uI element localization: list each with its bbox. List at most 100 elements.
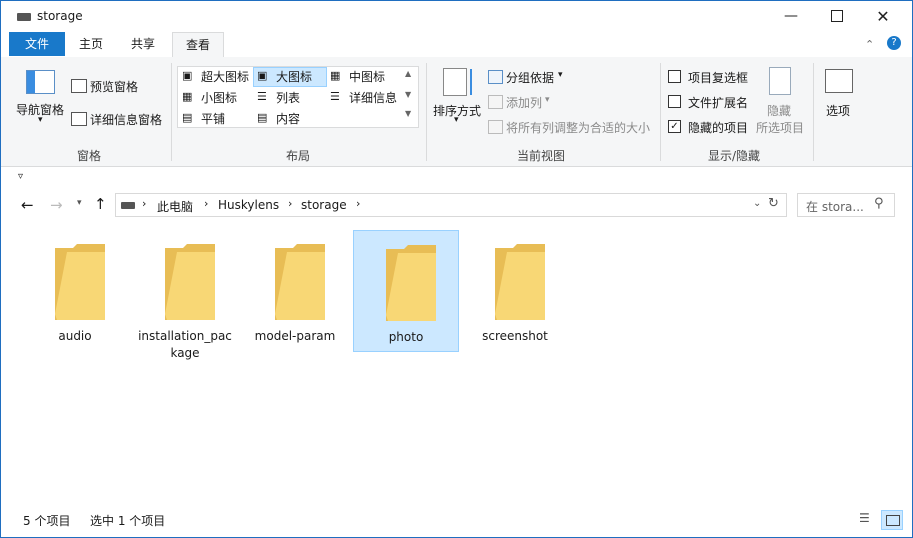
folder-name: model-param: [254, 329, 336, 343]
scroll-down-icon[interactable]: ▼: [405, 90, 411, 99]
sort-icon: [443, 68, 472, 96]
address-dropdown-icon[interactable]: ⌄: [753, 198, 761, 209]
folder-name-line1: installation_pac: [138, 329, 232, 343]
fit-columns-button[interactable]: 将所有列调整为合适的大小: [506, 119, 650, 136]
close-button[interactable]: ✕: [860, 1, 906, 31]
details-icon: ☰: [330, 90, 340, 103]
layout-large[interactable]: 大图标: [276, 68, 312, 85]
address-bar[interactable]: › 此电脑 › Huskylens › storage › ⌄ ↻: [115, 193, 787, 217]
tab-view[interactable]: 查看: [172, 32, 224, 58]
selected-count: 选中 1 个项目: [90, 514, 166, 528]
details-pane-icon: [71, 112, 87, 126]
chevron-down-icon: ▾: [454, 115, 459, 125]
chevron-right-icon[interactable]: ›: [142, 197, 146, 210]
fit-columns-icon: [488, 120, 503, 134]
folder-name: installation_package: [133, 328, 237, 362]
folder-item[interactable]: screenshot: [463, 230, 567, 350]
up-arrow-icon[interactable]: ↑: [94, 195, 107, 213]
group-by-icon: [488, 70, 503, 84]
chevron-right-icon[interactable]: ›: [204, 197, 208, 210]
chevron-right-icon[interactable]: ›: [356, 197, 360, 210]
breadcrumb-storage[interactable]: storage: [301, 198, 347, 212]
layout-medium[interactable]: 中图标: [349, 68, 385, 85]
search-icon[interactable]: ⚲: [874, 196, 884, 211]
maximize-button[interactable]: [814, 1, 860, 31]
item-checkbox-label: 项目复选框: [688, 71, 749, 85]
expand-gallery-icon[interactable]: ▼: [405, 109, 411, 118]
folder-icon: [55, 244, 105, 320]
folder-name: audio: [58, 329, 92, 343]
layout-content[interactable]: 内容: [276, 110, 300, 127]
folder-icon: [495, 244, 545, 320]
medium-icons-icon: ▦: [330, 69, 341, 82]
ribbon: 导航窗格 ▾ 预览窗格 详细信息窗格 窗格 ▣ 超大图标 ▣ 大图标 ▦ 中图标…: [1, 57, 912, 167]
folder-name: photo: [388, 330, 424, 344]
divider: [426, 63, 427, 161]
add-column-button[interactable]: 添加列: [506, 94, 542, 111]
options-button[interactable]: 选项: [826, 102, 850, 119]
status-bar: 5 个项目 选中 1 个项目 ☰: [1, 509, 912, 531]
show-hide-group-label: 显示/隐藏: [708, 149, 761, 163]
details-view-icon[interactable]: ☰: [859, 511, 877, 527]
file-extension-label: 文件扩展名: [688, 96, 749, 110]
folder-item[interactable]: model-param: [243, 230, 347, 350]
tab-home[interactable]: 主页: [73, 32, 109, 56]
refresh-icon[interactable]: ↻: [768, 196, 779, 211]
recent-locations-icon[interactable]: ▾: [77, 198, 82, 208]
folder-name-line2: kage: [170, 346, 200, 360]
group-by-button[interactable]: 分组依据: [506, 69, 554, 86]
tab-share[interactable]: 共享: [125, 32, 161, 56]
window-title: storage: [37, 9, 83, 23]
layout-extra-large[interactable]: 超大图标: [201, 68, 249, 85]
small-icons-icon: ▦: [182, 90, 193, 103]
details-pane-button[interactable]: 详细信息窗格: [90, 111, 162, 128]
minimize-button[interactable]: —: [768, 1, 814, 31]
list-icon: ☰: [257, 90, 267, 103]
ribbon-tabs: 文件 主页 共享 查看 ⌃ ?: [1, 32, 912, 58]
folder-name: screenshot: [482, 329, 548, 343]
hide-selected-button[interactable]: 隐藏: [767, 102, 791, 119]
back-arrow-icon[interactable]: ←: [21, 196, 34, 214]
file-extension-checkbox[interactable]: [668, 95, 681, 108]
breadcrumb-huskylens[interactable]: Huskylens: [218, 198, 279, 212]
preview-pane-button[interactable]: 预览窗格: [90, 78, 138, 95]
folder-icon: [165, 244, 215, 320]
explorer-window: storage — ✕ 文件 主页 共享 查看 ⌃ ? 导航窗格 ▾ 预览窗格 …: [0, 0, 913, 538]
drive-icon: [121, 202, 135, 209]
folder-item-selected[interactable]: photo: [353, 230, 459, 352]
folder-icon: [275, 244, 325, 320]
options-icon: [825, 69, 853, 93]
layout-tiles[interactable]: 平铺: [201, 110, 225, 127]
chevron-right-icon[interactable]: ›: [288, 197, 292, 210]
large-icons-icon: ▣: [257, 69, 268, 82]
divider: [171, 63, 172, 161]
content-icon: ▤: [257, 111, 268, 124]
search-input[interactable]: 在 stora...: [806, 198, 864, 215]
hidden-items-checkbox[interactable]: ✓: [668, 120, 681, 133]
folder-item[interactable]: installation_package: [133, 230, 237, 360]
large-icons-view-icon[interactable]: [881, 510, 903, 530]
divider: [660, 63, 661, 161]
folder-icon: [386, 245, 436, 321]
customize-toolbar-icon[interactable]: ▿: [18, 171, 23, 182]
navigation-pane-icon: [26, 70, 55, 94]
layout-list[interactable]: 列表: [276, 89, 300, 106]
search-box[interactable]: 在 stora... ⚲: [797, 193, 895, 217]
chevron-down-icon: ▾: [558, 70, 563, 80]
add-column-icon: [488, 95, 503, 109]
divider: [813, 63, 814, 161]
layout-group-label: 布局: [286, 149, 311, 163]
tab-file[interactable]: 文件: [9, 32, 65, 56]
layout-small[interactable]: 小图标: [201, 89, 237, 106]
collapse-ribbon-icon[interactable]: ⌃: [865, 38, 874, 51]
chevron-down-icon: ▾: [545, 95, 550, 105]
folder-item[interactable]: audio: [23, 230, 127, 350]
item-checkbox-checkbox[interactable]: [668, 70, 681, 83]
forward-arrow-icon[interactable]: →: [50, 196, 63, 214]
help-icon[interactable]: ?: [887, 36, 901, 50]
quick-access-bar: ▿: [1, 167, 912, 189]
scroll-up-icon[interactable]: ▲: [405, 69, 411, 78]
layout-details[interactable]: 详细信息: [349, 89, 397, 106]
breadcrumb-this-pc[interactable]: 此电脑: [157, 198, 193, 215]
pane-group-label: 窗格: [77, 149, 102, 163]
